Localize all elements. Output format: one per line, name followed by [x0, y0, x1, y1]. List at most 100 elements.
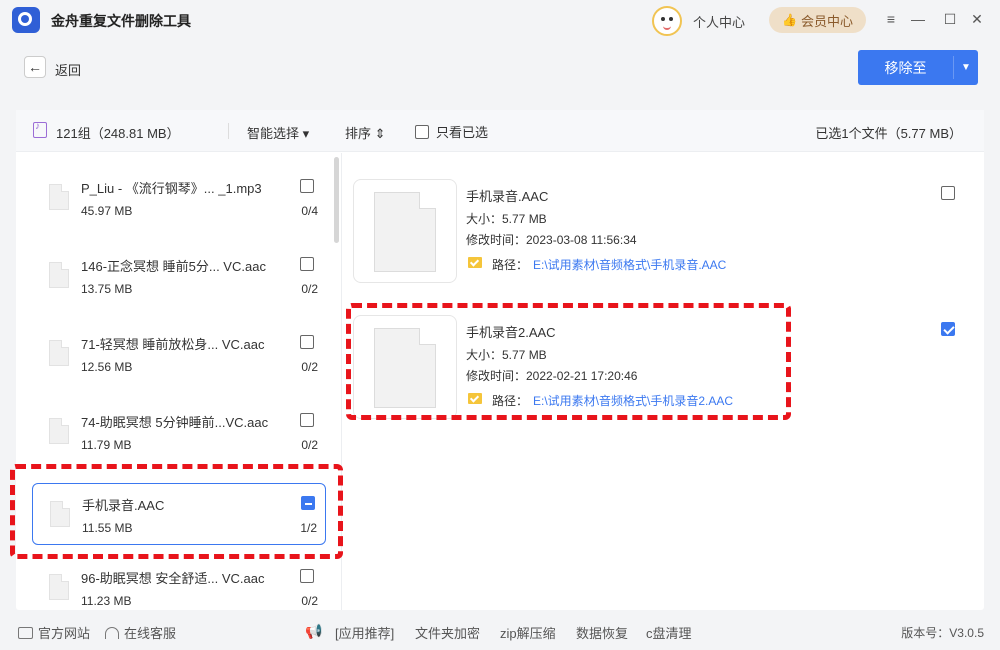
divider: [228, 123, 229, 139]
headset-icon: [105, 626, 119, 639]
footer: 官方网站 在线客服 📢 [应用推荐] 文件夹加密 zip解压缩 数据恢复 c盘清…: [0, 612, 1000, 650]
online-service-link[interactable]: 在线客服: [105, 623, 176, 642]
file-thumbnail[interactable]: [353, 179, 457, 283]
group-selected-count: 0/2: [301, 438, 318, 452]
online-service-label: 在线客服: [124, 626, 177, 641]
only-selected-label: 只看已选: [436, 125, 489, 140]
path-label: 路径：: [492, 394, 529, 408]
group-checkbox[interactable]: [300, 335, 314, 349]
vip-center-label: 会员中心: [800, 13, 853, 29]
c-clean-link[interactable]: c盘清理: [646, 623, 692, 642]
group-selected-count: 0/2: [301, 360, 318, 374]
group-size: 45.97 MB: [81, 204, 133, 218]
toolbar: ← 返回 移除至 ▼: [0, 40, 1000, 102]
group-item[interactable]: 96-助眠冥想 安全舒适... VC.aac 11.23 MB 0/2: [32, 557, 326, 610]
only-selected-checkbox[interactable]: [415, 124, 429, 139]
panel-header: 121组（248.81 MB） 智能选择 ▾ 排序 ⇕ 只看已选 已选1个文件（…: [16, 110, 984, 152]
group-checkbox[interactable]: [301, 496, 315, 510]
group-name: 96-助眠冥想 安全舒适... VC.aac: [81, 571, 265, 586]
group-item-selected[interactable]: 手机录音.AAC 11.55 MB 1/2: [32, 483, 326, 545]
file-icon: [49, 574, 69, 600]
group-checkbox[interactable]: [300, 569, 314, 583]
thumbs-up-icon: 👍: [782, 13, 797, 27]
user-center-link[interactable]: 个人中心: [693, 12, 745, 31]
file-modified-time: 修改时间：2023-03-08 11:56:34: [466, 233, 637, 247]
app-title: 金舟重复文件删除工具: [51, 13, 191, 29]
zip-link[interactable]: zip解压缩: [500, 623, 556, 642]
group-item[interactable]: 146-正念冥想 睡前5分... VC.aac 13.75 MB 0/2: [32, 245, 326, 307]
official-site-link[interactable]: 官方网站: [18, 623, 90, 642]
group-item[interactable]: 71-轻冥想 睡前放松身... VC.aac 12.56 MB 0/2: [32, 323, 326, 385]
group-size: 11.79 MB: [81, 438, 132, 452]
file-name: 手机录音.AAC: [466, 189, 549, 204]
group-selected-count: 0/2: [301, 282, 318, 296]
only-selected-toggle[interactable]: 只看已选: [415, 122, 488, 141]
maximize-icon[interactable]: ☐: [939, 8, 961, 30]
file-icon: [49, 340, 69, 366]
group-name: 146-正念冥想 睡前5分... VC.aac: [81, 259, 266, 274]
user-avatar[interactable]: [652, 6, 682, 36]
folder-icon: [468, 393, 482, 404]
file-size: 大小：5.77 MB: [466, 212, 547, 226]
group-size: 13.75 MB: [81, 282, 133, 296]
file-name: 手机录音2.AAC: [466, 325, 556, 340]
group-checkbox[interactable]: [300, 257, 314, 271]
app-logo: [12, 7, 40, 33]
data-recovery-link[interactable]: 数据恢复: [576, 623, 628, 642]
scrollbar[interactable]: [334, 157, 339, 243]
path-label: 路径：: [492, 258, 529, 272]
file-checkbox[interactable]: [941, 186, 955, 200]
file-modified-time: 修改时间：2022-02-21 17:20:46: [466, 369, 638, 383]
selected-summary: 已选1个文件（5.77 MB）: [815, 126, 962, 141]
group-selected-count: 0/4: [301, 204, 318, 218]
group-name: 71-轻冥想 睡前放松身... VC.aac: [81, 337, 265, 352]
group-size: 11.23 MB: [81, 594, 132, 608]
group-list: P_Liu - 《流行钢琴》... _1.mp3 45.97 MB 0/4 14…: [16, 153, 342, 610]
menu-icon[interactable]: ≡: [880, 8, 902, 30]
smart-select-dropdown[interactable]: 智能选择 ▾: [247, 123, 309, 142]
file-icon: [49, 184, 69, 210]
monitor-icon: [18, 626, 33, 639]
group-checkbox[interactable]: [300, 413, 314, 427]
official-site-label: 官方网站: [38, 626, 91, 641]
recommend-link[interactable]: [应用推荐]: [335, 623, 394, 642]
file-card: 手机录音2.AAC 大小：5.77 MB 修改时间：2022-02-21 17:…: [353, 315, 955, 419]
folder-encrypt-link[interactable]: 文件夹加密: [415, 623, 480, 642]
vip-center-button[interactable]: 👍 会员中心: [769, 7, 866, 33]
group-size: 12.56 MB: [81, 360, 133, 374]
title-bar: 金舟重复文件删除工具 个人中心 👍 会员中心 ≡ — ☐ ✕: [0, 0, 1000, 40]
chevron-down-icon[interactable]: ▼: [954, 50, 978, 85]
sort-dropdown[interactable]: 排序 ⇕: [345, 123, 386, 142]
folder-icon: [468, 257, 482, 268]
file-icon: [50, 501, 70, 527]
megaphone-icon: 📢: [305, 623, 323, 639]
file-icon: [374, 192, 436, 272]
group-name: 手机录音.AAC: [82, 498, 165, 513]
move-to-button[interactable]: 移除至 ▼: [858, 50, 978, 85]
file-icon: [49, 262, 69, 288]
file-icon: [49, 418, 69, 444]
group-name: P_Liu - 《流行钢琴》... _1.mp3: [81, 181, 262, 196]
file-card: 手机录音.AAC 大小：5.77 MB 修改时间：2023-03-08 11:5…: [353, 179, 955, 283]
audio-file-icon: [33, 121, 47, 138]
file-icon: [374, 328, 436, 408]
file-path-link[interactable]: E:\试用素材\音频格式\手机录音2.AAC: [533, 392, 733, 409]
move-to-label[interactable]: 移除至: [858, 50, 953, 85]
group-selected-count: 1/2: [300, 521, 317, 535]
file-path-link[interactable]: E:\试用素材\音频格式\手机录音.AAC: [533, 256, 726, 273]
group-checkbox[interactable]: [300, 179, 314, 193]
file-thumbnail[interactable]: [353, 315, 457, 419]
group-name: 74-助眠冥想 5分钟睡前...VC.aac: [81, 415, 269, 430]
group-selected-count: 0/2: [301, 594, 318, 608]
minimize-icon[interactable]: —: [907, 8, 929, 30]
file-size: 大小：5.77 MB: [466, 348, 547, 362]
back-arrow-icon[interactable]: ←: [24, 56, 46, 78]
group-size: 11.55 MB: [82, 521, 133, 535]
group-count: 121组（248.81 MB）: [56, 126, 180, 141]
close-icon[interactable]: ✕: [966, 8, 988, 30]
version-label: 版本号：V3.0.5: [901, 626, 984, 640]
file-checkbox[interactable]: [941, 322, 955, 336]
back-button[interactable]: 返回: [55, 60, 81, 79]
group-item[interactable]: 74-助眠冥想 5分钟睡前...VC.aac 11.79 MB 0/2: [32, 401, 326, 463]
group-item[interactable]: P_Liu - 《流行钢琴》... _1.mp3 45.97 MB 0/4: [32, 167, 326, 229]
